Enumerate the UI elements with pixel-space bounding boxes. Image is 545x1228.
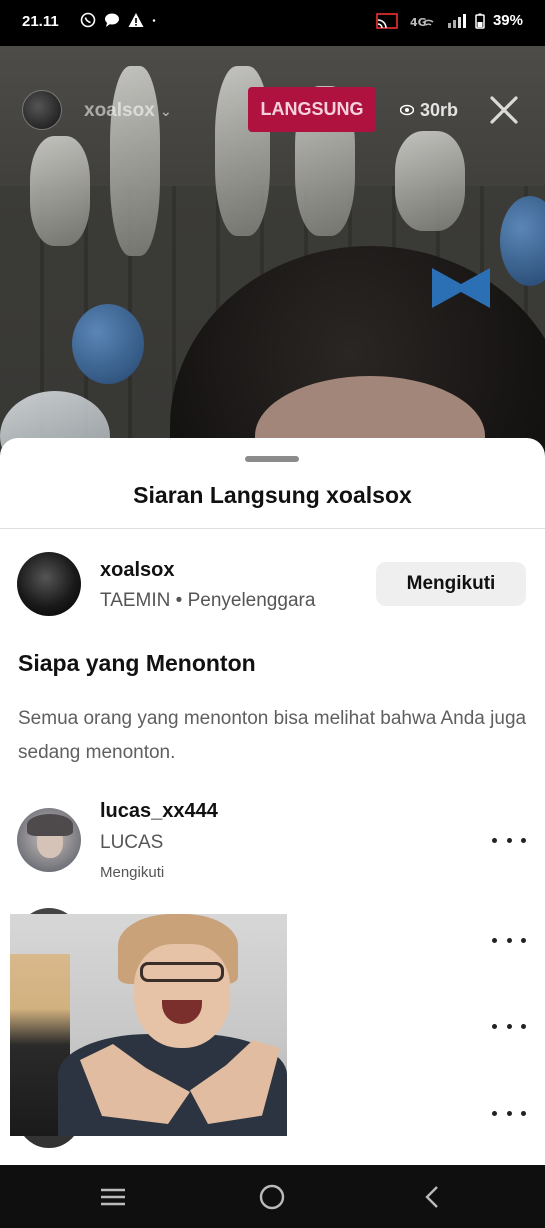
host-row-subtitle: TAEMIN • Penyelenggara — [100, 590, 316, 611]
host-row-avatar[interactable] — [17, 552, 81, 616]
balloon-decoration — [72, 304, 144, 384]
sheet-drag-handle[interactable] — [245, 456, 299, 462]
battery-percent: 39% — [492, 12, 523, 29]
more-options-icon[interactable] — [492, 930, 526, 950]
message-icon — [105, 13, 119, 27]
section-title: Siapa yang Menonton — [18, 650, 256, 676]
pip-person-face — [134, 944, 230, 1048]
viewer-count[interactable]: 30rb — [382, 89, 476, 131]
sheet-title: Siaran Langsung xoalsox — [133, 482, 412, 508]
viewer-fullname: LUCAS — [100, 832, 164, 853]
live-badge: LANGSUNG — [248, 87, 376, 132]
more-options-icon[interactable] — [492, 1103, 526, 1123]
viewer-avatar[interactable] — [17, 808, 81, 872]
divider — [0, 528, 545, 529]
cast-icon — [376, 12, 398, 29]
viewer-username[interactable]: lucas_xx444 — [100, 800, 218, 823]
chevron-down-icon: ⌄ — [160, 103, 172, 119]
more-options-icon[interactable] — [492, 830, 526, 850]
close-icon[interactable] — [484, 90, 524, 130]
section-description: Semua orang yang menonton bisa melihat b… — [18, 708, 527, 763]
host-username-text: xoalsox — [84, 100, 155, 121]
recent-apps-icon[interactable] — [93, 1181, 133, 1213]
eye-icon — [399, 104, 414, 116]
battery-icon — [475, 13, 485, 29]
signal-icon — [447, 13, 466, 28]
notification-icons — [80, 12, 160, 28]
picture-in-picture-video[interactable] — [10, 914, 287, 1136]
following-button[interactable]: Mengikuti — [376, 562, 526, 606]
status-bar: 21.11 4G 39% — [0, 0, 545, 46]
wifi-icon: 4G — [410, 16, 434, 29]
home-icon[interactable] — [252, 1181, 292, 1213]
pip-glasses — [140, 962, 224, 982]
live-header: xoalsox ⌄ LANGSUNG 30rb — [0, 46, 545, 176]
viewer-follow-status: Mengikuti — [100, 864, 165, 881]
host-avatar[interactable] — [22, 90, 62, 130]
host-username[interactable]: xoalsox ⌄ — [84, 100, 172, 122]
warning-icon — [128, 13, 144, 27]
status-time: 21.11 — [22, 13, 59, 30]
dot-icon — [152, 19, 156, 22]
back-icon[interactable] — [412, 1181, 452, 1213]
avatar-hair — [27, 814, 73, 836]
host-row-username[interactable]: xoalsox — [100, 559, 174, 582]
viewer-count-text: 30rb — [419, 99, 459, 120]
whatsapp-icon — [80, 12, 96, 28]
system-icons: 4G 39% — [375, 12, 523, 29]
system-nav-bar — [0, 1165, 545, 1228]
svg-text:4G: 4G — [410, 16, 427, 29]
more-options-icon[interactable] — [492, 1016, 526, 1036]
